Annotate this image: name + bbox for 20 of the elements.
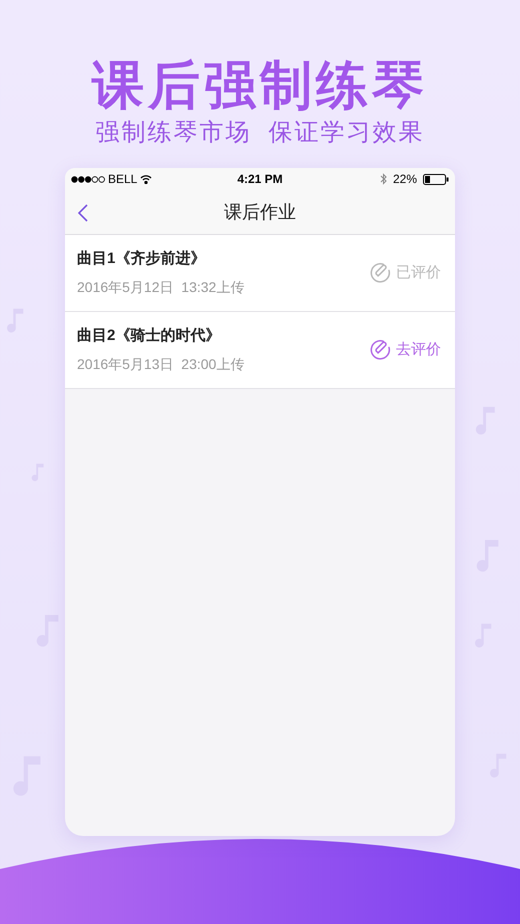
review-button[interactable]: 去评价 [370,338,441,362]
pencil-circle-icon [370,262,392,284]
upload-time: 2016年5月12日 13:32上传 [77,278,246,298]
subheadline: 强制练琴市场 保证学习效果 [95,118,425,148]
piece-title: 曲目2《骑士的时代》 [77,326,222,346]
piece-title: 曲目1《齐步前进》 [77,248,206,269]
carrier-name: BELL [108,171,138,188]
headline: 课后强制练琴 [92,56,428,116]
upload-time: 2016年5月13日 23:00上传 [77,355,246,374]
homework-row[interactable]: 曲目2《骑士的时代》 2016年5月13日 23:00上传 去评价 [65,312,455,389]
bluetooth-icon [380,173,387,185]
nav-title: 课后作业 [224,200,296,224]
battery-icon [423,174,450,184]
pencil-circle-icon [370,339,392,361]
battery-percent: 22% [392,171,418,188]
homework-row[interactable]: 曲目1《齐步前进》 2016年5月12日 13:32上传 已评价 [65,235,455,312]
status-time: 4:21 PM [237,171,283,188]
back-chevron-icon [78,204,88,222]
signal-icon [71,176,105,182]
wifi-icon [140,174,152,184]
